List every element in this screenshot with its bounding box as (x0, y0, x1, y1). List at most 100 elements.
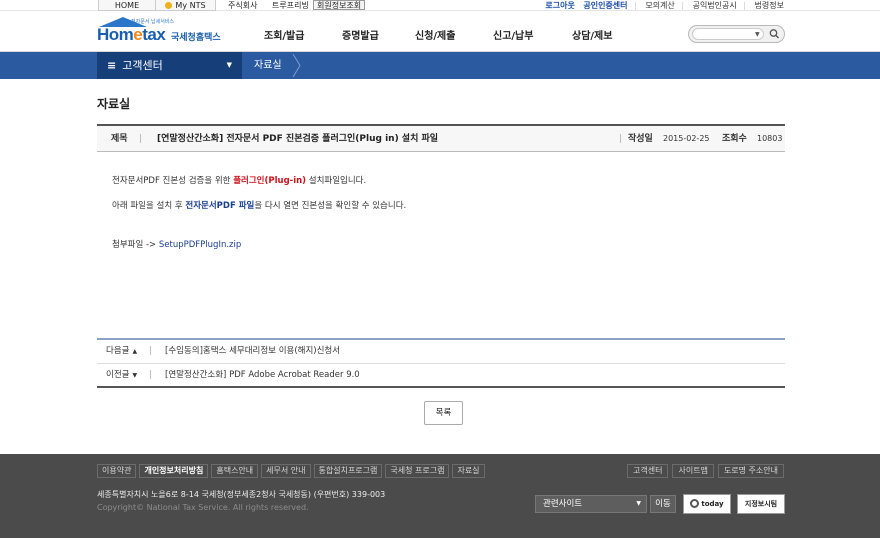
gnb-apply[interactable]: 신청/제출 (415, 27, 455, 42)
util-right-links: 로그아웃 공인인증센터 | 모의계산 | 공익법인공시 | 법령정보 (539, 0, 784, 11)
post-body-line-1: 전자문서PDF 진본성 검증을 위한 플러그인(Plug-in) 설치파일입니다… (112, 174, 366, 186)
footer-copyright: Copyright© National Tax Service. All rig… (97, 503, 309, 512)
chevron-down-icon: ▼ (226, 61, 232, 69)
next-post-title[interactable]: [수임동의]홈택스 세무대리정보 이용(해지)신청서 (165, 340, 340, 363)
search-input[interactable] (692, 28, 764, 40)
prev-post-label: 이전글 (106, 370, 130, 380)
triangle-down-icon: ▼ (132, 372, 138, 379)
related-sites-label: 관련사이트 (543, 499, 583, 509)
badge-certification[interactable]: 지정보시팀 (737, 494, 785, 514)
footer-links: 이용약관 개인정보처리방침 홈택스안내 세무서 안내 통합설치프로그램 국세청 프로그램 자… (97, 464, 488, 478)
footer-link-installer[interactable]: 통합설치프로그램 (313, 464, 383, 478)
logout-link[interactable]: 로그아웃 (545, 1, 574, 10)
law-info-link[interactable]: 법령정보 (755, 1, 784, 10)
page-title: 자료실 (97, 97, 131, 111)
list-button[interactable]: 목록 (424, 401, 463, 425)
header-divider: | (139, 134, 143, 144)
hometax-logo[interactable]: 전자문서 납세서비스 Hometax 국세청홈택스 (97, 17, 232, 47)
category-menu-button[interactable]: ≡ 고객센터 ▼ (97, 52, 242, 79)
views-count: 10803 (757, 134, 783, 143)
post-subject: [연말정산간소화] 전자문서 PDF 진본검증 플러그인(Plug in) 설치… (157, 134, 439, 144)
search-icon[interactable] (768, 28, 781, 40)
logo-word-a: Hom (97, 25, 134, 44)
footer-link-archive[interactable]: 자료실 (452, 464, 485, 478)
attachment-row: 첨부파일 -> SetupPDFPlugIn.zip (112, 238, 241, 250)
related-sites-select[interactable]: 관련사이트 ▼ (535, 495, 647, 513)
nav-divider: | (149, 346, 152, 356)
post-header: 제목 | [연말정산간소화] 전자문서 PDF 진본검증 플러그인(Plug i… (97, 124, 785, 152)
category-menu-label: 고객센터 (122, 59, 163, 72)
logo-word-b: tax (142, 25, 166, 44)
post-view: 제목 | [연말정산간소화] 전자문서 PDF 진본검증 플러그인(Plug i… (97, 124, 785, 152)
prev-post-title[interactable]: [연말정산간소화] PDF Adobe Acrobat Reader 9.0 (165, 364, 360, 387)
next-post-label: 다음글 (106, 346, 130, 356)
my-nts-tab[interactable]: My NTS (156, 0, 216, 11)
next-post-row[interactable]: 다음글 ▲ | [수임동의]홈택스 세무대리정보 이용(해지)신청서 (97, 340, 785, 363)
gnb-inquiry[interactable]: 조회/발급 (264, 27, 304, 42)
logo-word-e: e (133, 25, 143, 44)
prev-post-key: 이전글 ▼ (106, 364, 137, 387)
post-body-line-2: 아래 파일을 설치 후 전자문서PDF 파일을 다시 열면 진본성을 확인할 수… (112, 199, 406, 211)
home-tab[interactable]: HOME (98, 0, 156, 11)
logo-tagline: 전자문서 납세서비스 (131, 19, 174, 25)
footer-link-terms[interactable]: 이용약관 (97, 464, 137, 478)
utility-bar: HOME My NTS 주식회사 트루프리빙 회원정보조회 로그아웃 공인인증센… (0, 0, 880, 11)
written-date-label: 작성일 (628, 134, 653, 144)
footer-right-links: 고객센터 사이트맵 도로명 주소안내 (623, 464, 784, 478)
gnb-certificate[interactable]: 증명발급 (342, 27, 379, 42)
body-line1-a: 전자문서PDF 진본성 검증을 위한 (112, 176, 234, 186)
user-company-link[interactable]: 주식회사 (222, 0, 263, 11)
location-bar: ≡ 고객센터 ▼ 자료실 (0, 52, 880, 79)
body-line2-a: 아래 파일을 설치 후 (112, 201, 186, 211)
related-sites-go-button[interactable]: 이동 (650, 495, 676, 513)
badge-seal-icon (690, 499, 700, 508)
header-divider: | (619, 134, 623, 144)
user-name-link[interactable]: 트루프리빙 (266, 0, 315, 11)
member-info-button[interactable]: 회원정보조회 (313, 0, 366, 10)
attachment-label: 첨부파일 -> (112, 240, 157, 250)
body-line1-b: 설치파일입니다. (306, 176, 367, 186)
triangle-up-icon: ▲ (132, 348, 138, 355)
breadcrumb-chevron-icon (292, 54, 301, 77)
written-date: 2015-02-25 (663, 134, 710, 143)
gnb-report-pay[interactable]: 신고/납부 (493, 27, 533, 42)
badge-today[interactable]: today (683, 494, 731, 514)
logo-korean: 국세청홈택스 (171, 33, 221, 43)
nav-divider: | (149, 370, 152, 380)
search-bar: ▼ (688, 25, 785, 43)
site-header: 전자문서 납세서비스 Hometax 국세청홈택스 조회/발급 증명발급 신청/… (0, 11, 880, 52)
subject-label: 제목 (111, 134, 128, 144)
mock-calc-link[interactable]: 모의계산 (645, 1, 674, 10)
badge-today-label: today (701, 500, 724, 508)
attachment-file-link[interactable]: SetupPDFPlugIn.zip (159, 240, 241, 250)
my-nts-label: My NTS (175, 1, 206, 10)
public-corp-link[interactable]: 공익법인공시 (693, 1, 737, 10)
footer-link-customer-center[interactable]: 고객센터 (627, 464, 669, 478)
prev-post-row[interactable]: 이전글 ▼ | [연말정산간소화] PDF Adobe Acrobat Reade… (97, 363, 785, 386)
footer-link-nts-programs[interactable]: 국세청 프로그램 (385, 464, 450, 478)
body-line2-highlight: 전자문서PDF 파일 (185, 201, 255, 211)
body-line2-b: 을 다시 열면 진본성을 확인할 수 있습니다. (254, 201, 407, 211)
footer-link-privacy[interactable]: 개인정보처리방침 (139, 464, 209, 478)
views-label: 조회수 (722, 134, 747, 144)
cert-center-link[interactable]: 공인인증센터 (583, 1, 627, 10)
post-navigation: 다음글 ▲ | [수임동의]홈택스 세무대리정보 이용(해지)신청서 이전글 ▼ |… (97, 338, 785, 388)
util-divider: | (681, 1, 685, 10)
logo-wordmark: Hometax (97, 25, 166, 45)
body-line1-highlight: 플러그인(Plug-in) (233, 176, 307, 186)
gnb-consult[interactable]: 상담/제보 (572, 27, 612, 42)
footer-address: 세종특별자치시 노을6로 8-14 국세청(정부세종2청사 국세청동) (우편번… (97, 490, 386, 499)
footer-link-hometax-guide[interactable]: 홈택스안내 (211, 464, 259, 478)
footer-link-tax-office[interactable]: 세무서 안내 (261, 464, 311, 478)
chevron-down-icon: ▼ (636, 500, 641, 507)
next-post-key: 다음글 ▲ (106, 340, 137, 363)
search-dropdown-icon[interactable]: ▼ (755, 31, 760, 38)
util-divider: | (634, 1, 637, 10)
footer-link-sitemap[interactable]: 사이트맵 (672, 464, 714, 478)
footer-link-road-address[interactable]: 도로명 주소안내 (717, 464, 784, 478)
util-divider: | (743, 1, 746, 10)
breadcrumb-current[interactable]: 자료실 (254, 52, 282, 79)
site-footer: 이용약관 개인정보처리방침 홈택스안내 세무서 안내 통합설치프로그램 국세청 프로그램 자… (0, 454, 880, 538)
mynts-icon (165, 2, 173, 9)
hamburger-icon: ≡ (107, 59, 117, 72)
